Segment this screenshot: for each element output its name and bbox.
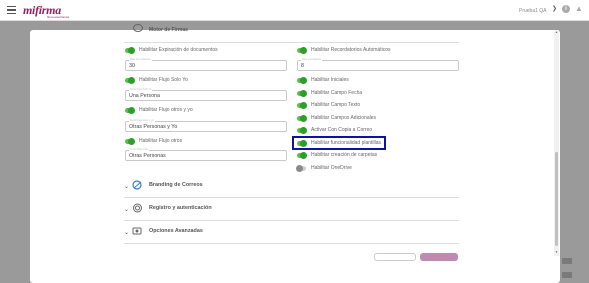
toggle-flow-only-me[interactable]	[125, 77, 135, 84]
toggle-label: Habilitar funcionalidad plantillas	[311, 140, 382, 146]
reminder-days-field[interactable]: Días recordatorio 8	[297, 58, 459, 71]
toggle-auto-reminders[interactable]	[297, 47, 307, 54]
bell-icon[interactable]: ▲	[575, 4, 583, 13]
branding-icon	[132, 180, 142, 190]
background-item-action	[562, 272, 572, 278]
menu-icon[interactable]	[7, 6, 16, 15]
expiration-days-field[interactable]: Días de expiración 30	[125, 58, 287, 71]
field-value: Otras Personas	[129, 153, 166, 159]
brand-subtitle: firma electrónica	[47, 15, 70, 19]
field-value: Una Persona	[129, 93, 160, 99]
flow-others-and-me-field[interactable]: Texto Flujo otros y yo Otras Personas y …	[125, 119, 287, 132]
chevron-down-icon[interactable]: ⌄	[124, 206, 129, 213]
toggle-label: Habilitar Flujo otros y yo	[139, 107, 193, 113]
chevron-down-icon[interactable]: ⌄	[124, 229, 129, 236]
cancel-button[interactable]	[374, 253, 416, 261]
field-value: Otras Personas y Yo	[129, 124, 178, 130]
toggle-folders[interactable]	[297, 152, 307, 159]
top-bar: mifirma firma electrónica Prueba1 QA ❯ i…	[0, 0, 589, 21]
toggle-flow-others[interactable]	[125, 138, 135, 145]
toggle-expiration[interactable]	[125, 47, 135, 54]
save-button[interactable]	[420, 253, 458, 261]
toggle-templates[interactable]	[297, 140, 307, 147]
toggle-label: Habilitar Expiración de documentos	[139, 47, 218, 53]
toggle-label: Habilitar Campos Adicionales	[311, 115, 377, 121]
accordion-title: Opciones Avanzadas	[149, 228, 203, 234]
toggle-label: Habilitar OneDrive	[311, 165, 352, 171]
scroll-down-icon[interactable]: ▼	[555, 250, 558, 254]
fingerprint-icon	[133, 203, 142, 213]
flow-others-field[interactable]: Texto Flujo otros Otras Personas	[125, 148, 287, 161]
toggle-cc-email[interactable]	[297, 127, 307, 134]
toggle-label: Activar Con Copia a Correo	[311, 127, 373, 133]
chevron-down-icon[interactable]: ⌄	[124, 183, 129, 190]
field-label: Días de expiración	[129, 58, 152, 61]
toggle-date-field[interactable]	[297, 90, 307, 97]
scroll-up-icon[interactable]: ▲	[555, 30, 558, 34]
field-value: 30	[129, 63, 135, 69]
toggle-label: Habilitar Campo Fecha	[311, 90, 363, 96]
signature-engine-icon	[133, 24, 143, 32]
toggle-label: Habilitar Campo Texto	[311, 102, 361, 108]
accordion-title: Registro y autenticación	[149, 205, 212, 211]
toggle-text-field[interactable]	[297, 102, 307, 109]
field-label: Texto Flujo otros	[129, 148, 150, 151]
chevron-down-icon[interactable]: ❯	[552, 5, 557, 12]
field-label: Texto Flujo Solo Yo	[129, 88, 153, 91]
modal-scrollbar-thumb[interactable]	[555, 152, 558, 246]
flow-only-me-field[interactable]: Texto Flujo Solo Yo Una Persona	[125, 88, 287, 101]
background-item-action	[562, 258, 572, 264]
accordion-advanced[interactable]: ⌄ Opciones Avanzadas	[124, 222, 459, 244]
user-name[interactable]: Prueba1 QA	[519, 8, 547, 14]
toggle-onedrive[interactable]	[296, 165, 306, 172]
section-title[interactable]: Motor de Firmas	[149, 27, 188, 33]
toggle-label: Habilitar Flujo otros	[139, 138, 183, 144]
toggle-label: Habilitar Iniciales	[311, 77, 349, 83]
toggle-initials[interactable]	[297, 77, 307, 84]
info-icon[interactable]: i	[562, 5, 570, 13]
toggle-label: Habilitar creación de carpetas	[311, 152, 378, 158]
toggle-label: Habilitar Recordatorios Automáticos	[311, 47, 391, 53]
toggle-additional-fields[interactable]	[297, 115, 307, 122]
toggle-flow-others-and-me[interactable]	[125, 107, 135, 114]
field-label: Texto Flujo otros y yo	[129, 119, 155, 122]
accordion-branding[interactable]: ⌄ Branding de Correos	[124, 176, 459, 198]
field-label: Días recordatorio	[301, 58, 323, 61]
accordion-title: Branding de Correos	[149, 182, 203, 188]
field-value: 8	[301, 63, 304, 69]
toggle-label: Habilitar Flujo Solo Yo	[139, 77, 188, 83]
settings-modal	[30, 30, 560, 283]
advanced-icon	[132, 227, 142, 235]
accordion-auth[interactable]: ⌄ Registro y autenticación	[124, 199, 459, 221]
